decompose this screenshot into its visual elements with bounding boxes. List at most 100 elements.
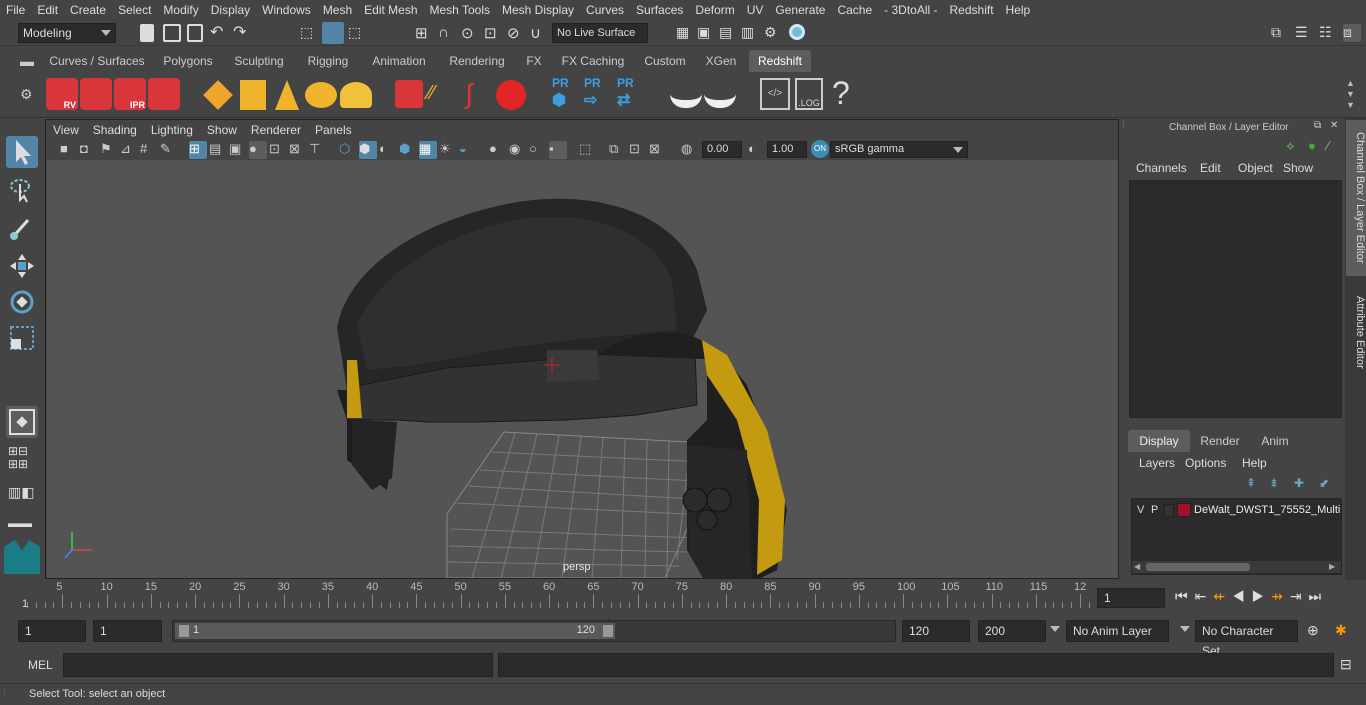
auto-key-icon[interactable]: ⊕ <box>1307 622 1325 640</box>
shadows-icon[interactable]: ◒ <box>459 141 477 159</box>
two-view-layout-icon[interactable]: ▥◧ <box>8 484 36 510</box>
wireframe-icon[interactable]: ⬡ <box>339 141 357 159</box>
xray-icon[interactable]: ⧉ <box>609 141 627 159</box>
shelf-tab-animation[interactable]: Animation <box>366 50 432 72</box>
select-object-icon[interactable] <box>322 22 344 44</box>
rs-spot-light-icon[interactable] <box>275 80 299 110</box>
construction-history-icon[interactable]: ▦ <box>676 24 694 42</box>
viewport-menu-renderer[interactable]: Renderer <box>244 123 308 137</box>
range-end-handle-icon[interactable] <box>603 625 613 637</box>
snap-curve-icon[interactable]: ∩ <box>438 24 456 42</box>
edit-menu[interactable]: Edit <box>1200 161 1221 175</box>
menu-display[interactable]: Display <box>205 3 256 17</box>
screen-space-ao-icon[interactable]: ● <box>489 141 507 159</box>
menu-curves[interactable]: Curves <box>580 3 630 17</box>
rs-sphere-icon[interactable] <box>496 80 526 110</box>
image-plane-icon[interactable]: ⊿ <box>120 141 138 159</box>
select-tool-icon[interactable] <box>6 136 38 168</box>
script-editor-icon[interactable]: ⊟ <box>1340 656 1358 674</box>
new-layer-selected-icon[interactable]: ⬋ <box>1319 476 1335 492</box>
menu-redshift[interactable]: Redshift <box>944 3 1000 17</box>
step-back-key-icon[interactable]: ⇤ <box>1195 588 1214 604</box>
rs-script-icon[interactable]: </> <box>760 78 790 110</box>
command-input[interactable] <box>63 653 493 677</box>
menu-deform[interactable]: Deform <box>689 3 740 17</box>
play-forward-icon[interactable]: ▶ <box>1252 588 1272 604</box>
two-d-pan-zoom-icon[interactable]: ✎ <box>160 141 178 159</box>
rs-proxy-icon[interactable] <box>395 80 423 108</box>
channels-menu[interactable]: Channels <box>1136 161 1187 175</box>
safe-title-icon[interactable]: ⊤ <box>309 141 327 159</box>
scroll-left-icon[interactable]: ◀ <box>1134 562 1140 571</box>
step-forward-frame-icon[interactable]: ⇸ <box>1271 588 1290 604</box>
menu-mesh[interactable]: Mesh <box>317 3 358 17</box>
current-frame-field[interactable]: 1 <box>1097 588 1165 608</box>
outliner-layout-icon[interactable]: ▬▬ <box>8 516 36 534</box>
multisample-aa-icon[interactable]: ○ <box>529 141 547 159</box>
rs-pr-cube-icon[interactable]: PR ⬢ <box>552 76 578 112</box>
animation-end-field[interactable]: 200 <box>978 620 1046 642</box>
shelf-tab-rendering[interactable]: Rendering <box>443 50 511 72</box>
snap-view-plane-icon[interactable]: ⊡ <box>484 24 502 42</box>
layers-menu[interactable]: Layers <box>1139 456 1175 470</box>
lasso-tool-icon[interactable] <box>6 174 38 206</box>
gamma-icon[interactable]: ◐ <box>748 141 766 159</box>
safe-action-icon[interactable]: ⊠ <box>289 141 307 159</box>
shelf-tab-redshift[interactable]: Redshift <box>749 50 811 72</box>
rs-log-icon[interactable]: .LOG <box>795 78 823 110</box>
rs-ipr-icon[interactable]: IPR <box>114 78 146 110</box>
options-menu[interactable]: Options <box>1185 456 1226 470</box>
open-scene-icon[interactable] <box>163 24 181 42</box>
modeling-toolkit-icon[interactable]: ☰ <box>1295 24 1313 42</box>
color-management-icon[interactable]: ON <box>811 140 829 158</box>
select-component-icon[interactable]: ⬚ <box>348 24 366 42</box>
chevron-down-icon[interactable] <box>1180 626 1190 632</box>
scroll-right-icon[interactable]: ▶ <box>1329 562 1335 571</box>
playback-end-field[interactable]: 120 <box>902 620 970 642</box>
rs-curve-icon[interactable]: ʃ <box>466 80 494 110</box>
tab-attribute-editor[interactable]: Attribute Editor <box>1346 284 1366 380</box>
exposure-icon[interactable]: ◍ <box>681 141 699 159</box>
field-chart-icon[interactable]: ⊡ <box>269 141 287 159</box>
viewport-canvas[interactable]: persp <box>47 160 1118 578</box>
range-slider-track[interactable]: 1 120 <box>172 620 896 642</box>
new-scene-icon[interactable] <box>140 24 154 42</box>
menu-mesh-tools[interactable]: Mesh Tools <box>424 3 496 17</box>
render-current-icon[interactable]: ▤ <box>719 24 737 42</box>
animation-preferences-icon[interactable]: ✱ <box>1335 622 1353 640</box>
help-menu[interactable]: Help <box>1242 456 1267 470</box>
smooth-shade-icon[interactable]: ⬢ <box>359 141 377 159</box>
default-material-icon[interactable]: ◐ <box>379 141 397 159</box>
four-view-layout-icon[interactable]: ⊞⊟ ⊞⊞ <box>8 445 36 471</box>
step-back-frame-icon[interactable]: ⇷ <box>1213 588 1232 604</box>
chevron-down-icon[interactable] <box>1050 626 1060 632</box>
layer-playback-toggle[interactable]: P <box>1151 504 1158 516</box>
move-tool-icon[interactable] <box>6 250 38 282</box>
gate-mask-icon[interactable]: ● <box>249 141 267 159</box>
menu-select[interactable]: Select <box>112 3 157 17</box>
layer-name[interactable]: DeWalt_DWST1_75552_Multi <box>1194 504 1340 516</box>
layer-color-swatch[interactable] <box>1177 503 1191 517</box>
time-slider[interactable]: 5 10 15 20 25 30 35 40 45 50 55 60 65 70 75 80 85 90 95 100… <box>22 580 1092 612</box>
menu-mesh-display[interactable]: Mesh Display <box>496 3 580 17</box>
move-layer-down-icon[interactable]: ⇟ <box>1269 476 1285 492</box>
render-view-icon[interactable]: ▣ <box>697 24 715 42</box>
xray-joints-icon[interactable]: ⊡ <box>629 141 647 159</box>
snap-point-icon[interactable]: ⊙ <box>461 24 479 42</box>
rs-ies-light-icon[interactable] <box>305 82 337 108</box>
gamma-field[interactable]: 1.00 <box>767 141 807 158</box>
shelf-tab-fx-caching[interactable]: FX Caching <box>556 50 630 72</box>
shelf-tab-rigging[interactable]: Rigging <box>300 50 356 72</box>
animation-start-field[interactable]: 1 <box>18 620 86 642</box>
undo-icon[interactable]: ↶ <box>210 24 228 42</box>
shelf-tab-curves-surfaces[interactable]: Curves / Surfaces <box>48 50 146 72</box>
rs-hair-icon[interactable]: ⁄⁄ <box>428 82 458 108</box>
menu-file[interactable]: File <box>0 3 31 17</box>
menu-help[interactable]: Help <box>1000 3 1037 17</box>
rs-pr-sync-icon[interactable]: PR ⇄ <box>617 76 645 112</box>
attribute-editor-toggle-icon[interactable]: ☷ <box>1319 24 1337 42</box>
anim-layer-dropdown[interactable]: No Anim Layer <box>1066 620 1169 642</box>
menu-surfaces[interactable]: Surfaces <box>630 3 689 17</box>
single-perspective-layout-icon[interactable] <box>6 406 38 438</box>
grid-display-icon[interactable]: ⊞ <box>189 141 207 159</box>
